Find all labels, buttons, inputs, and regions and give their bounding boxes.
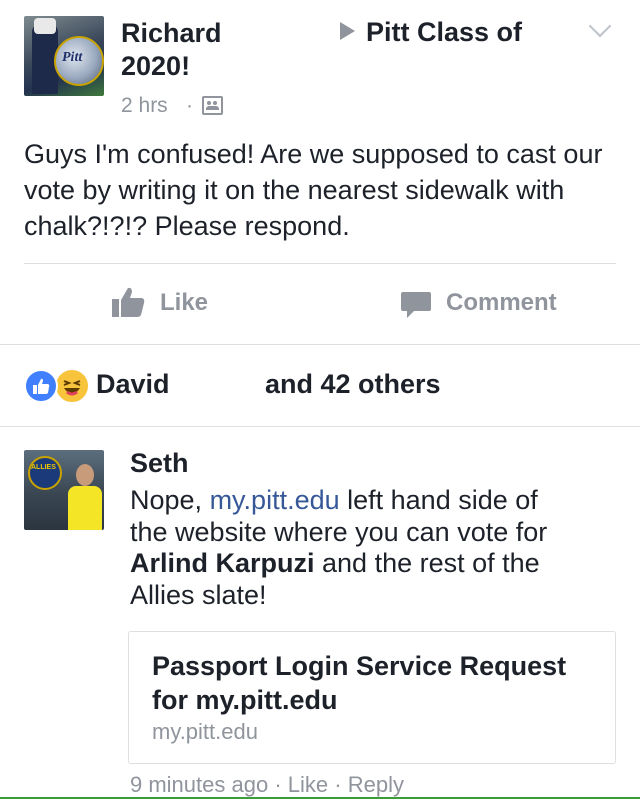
like-button[interactable]: Like (160, 289, 208, 317)
comment-link[interactable]: my.pitt.edu (210, 485, 340, 515)
post-author-avatar[interactable]: Pitt (24, 16, 104, 96)
divider (24, 263, 616, 264)
post-timestamp[interactable]: 2 hrs (121, 94, 168, 118)
comment-text: Nope, (130, 485, 210, 515)
comment-like-button[interactable]: Like (288, 772, 328, 797)
group-name-link[interactable]: Pitt Class of (366, 17, 522, 48)
post-body: Guys I'm confused! Are we supposed to ca… (24, 139, 603, 241)
meta-separator: · (186, 94, 193, 117)
avatar-hat (34, 18, 56, 34)
comment-timestamp[interactable]: 9 minutes ago (130, 772, 268, 797)
comment-author-avatar[interactable]: ALLIES (24, 450, 104, 530)
group-icon (202, 96, 223, 115)
reactions-names[interactable]: David (96, 369, 170, 400)
chevron-down-icon[interactable] (588, 14, 612, 38)
divider (0, 426, 640, 427)
comment-button[interactable]: Comment (446, 289, 557, 317)
comment-text: left hand side of (339, 485, 538, 515)
haha-reaction-icon[interactable] (54, 368, 90, 404)
comment-footer: 9 minutes ago · Like · Reply (130, 772, 404, 798)
thumbs-up-icon[interactable] (111, 286, 145, 318)
post-author-name[interactable]: Richard (121, 17, 231, 50)
comment-author-name[interactable]: Seth (130, 448, 189, 479)
reactions-count[interactable]: and 42 others (265, 369, 441, 400)
shared-to-arrow-icon (340, 22, 355, 40)
allies-badge (28, 456, 62, 490)
footer-separator: · (274, 772, 282, 797)
link-preview-title[interactable]: Passport Login Service Request for my.pi… (152, 649, 602, 717)
comment-text-line: Arlind Karpuzi and the rest of the (130, 547, 620, 579)
avatar-shirt (68, 486, 102, 530)
comment-text-line: the website where you can vote for (130, 517, 548, 547)
footer-separator: · (334, 772, 342, 797)
avatar-badge-text: ALLIES (31, 464, 56, 471)
link-preview-domain: my.pitt.edu (152, 719, 258, 744)
avatar-head (76, 464, 94, 486)
comment-text-line: Nope, my.pitt.edu left hand side of (130, 484, 620, 516)
comment-text-line: Allies slate! (130, 580, 267, 610)
post-author-name-cont[interactable]: 2020! (121, 51, 190, 82)
avatar-logo-text: Pitt (62, 50, 83, 65)
divider (0, 344, 640, 345)
tagged-name[interactable]: Arlind Karpuzi (130, 548, 315, 578)
comment-reply-button[interactable]: Reply (348, 772, 404, 797)
like-reaction-icon[interactable] (24, 369, 58, 403)
comment-text: and the rest of the (314, 548, 540, 578)
comment-icon[interactable] (400, 290, 432, 320)
